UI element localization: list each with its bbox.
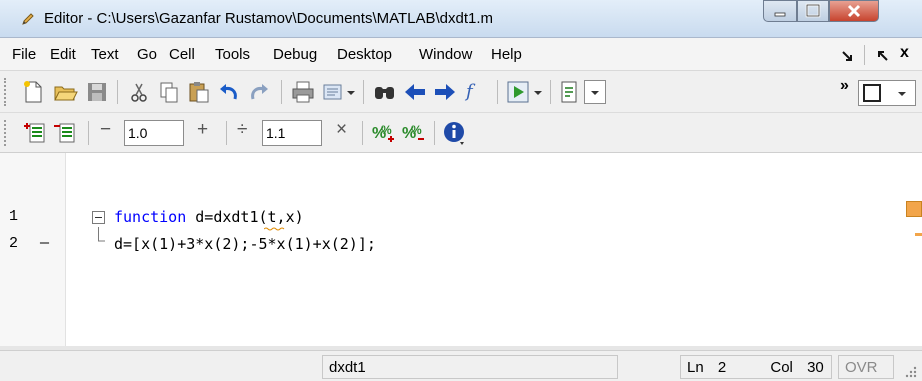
- find-icon[interactable]: [372, 79, 398, 105]
- print-icon[interactable]: [290, 79, 316, 105]
- code-editor[interactable]: 1 2 — function d=dxdt1(t,x) d=[x(1)+3*x(…: [0, 153, 922, 346]
- line-number: 1: [9, 208, 19, 225]
- cell-remove-icon[interactable]: [52, 120, 78, 146]
- uncomment-percent-icon[interactable]: %%: [400, 120, 426, 146]
- maximize-icon: [805, 3, 821, 18]
- run-dropdown-icon[interactable]: [533, 89, 543, 97]
- menu-debug[interactable]: Debug: [273, 46, 317, 63]
- layout-select[interactable]: [858, 80, 916, 106]
- back-arrow-icon[interactable]: [402, 79, 428, 105]
- resize-grip-icon[interactable]: [904, 365, 918, 379]
- main-toolbar: f »: [0, 71, 922, 113]
- info-icon[interactable]: [442, 120, 468, 146]
- decrement-button[interactable]: −: [100, 119, 111, 141]
- minimize-icon: [774, 12, 786, 17]
- col-label: Col: [770, 359, 793, 376]
- squiggle-underline: [264, 227, 285, 231]
- run-icon[interactable]: [505, 79, 531, 105]
- toolbar2-grip[interactable]: [4, 120, 9, 146]
- menu-text[interactable]: Text: [91, 46, 119, 63]
- menu-tools[interactable]: Tools: [215, 46, 250, 63]
- page-dropdown-icon: [591, 91, 599, 95]
- menu-window[interactable]: Window: [419, 46, 472, 63]
- decrement-value-input[interactable]: 1.0: [124, 120, 184, 146]
- fx-icon[interactable]: f: [466, 81, 473, 102]
- window-title: Editor - C:\Users\Gazanfar Rustamov\Docu…: [44, 10, 494, 27]
- layout-dropdown-icon: [898, 92, 906, 96]
- cell-toolbar: − 1.0 + ÷ 1.1 × %% %%: [0, 113, 922, 153]
- code-line-1: function d=dxdt1(t,x): [114, 208, 304, 226]
- forward-arrow-icon[interactable]: [432, 79, 458, 105]
- cut-icon[interactable]: [126, 79, 152, 105]
- menu-cell[interactable]: Cell: [169, 46, 195, 63]
- fold-end-icon: [98, 227, 105, 242]
- maximize-button[interactable]: [797, 0, 829, 22]
- paste-icon[interactable]: [186, 79, 212, 105]
- open-folder-icon[interactable]: [52, 79, 78, 105]
- code-text: d=dxdt1(t,x): [186, 208, 304, 226]
- save-icon[interactable]: [84, 79, 110, 105]
- copy-icon[interactable]: [156, 79, 182, 105]
- insert-dropdown-icon[interactable]: [346, 89, 356, 97]
- divide-button[interactable]: ÷: [237, 119, 247, 141]
- close-x-icon[interactable]: x: [900, 44, 909, 62]
- undo-icon[interactable]: [216, 79, 242, 105]
- overflow-chevron-icon[interactable]: »: [840, 77, 849, 95]
- dock-arrow-icon[interactable]: [840, 49, 854, 63]
- page-dropdown-button[interactable]: [584, 80, 606, 104]
- editor-app-icon: [22, 13, 34, 25]
- close-icon: [847, 4, 861, 18]
- code-text: d=[x(1)+3*x(2);-5*x(1)+x(2)];: [114, 235, 376, 253]
- menu-go[interactable]: Go: [137, 46, 157, 63]
- multiply-button[interactable]: ×: [336, 119, 347, 141]
- menu-desktop[interactable]: Desktop: [337, 46, 392, 63]
- page-icon[interactable]: [556, 79, 582, 105]
- code-keyword: function: [114, 208, 187, 226]
- status-function-name: dxdt1: [322, 355, 618, 379]
- ln-value: 2: [717, 359, 727, 376]
- ovr-indicator: OVR: [838, 355, 894, 379]
- close-button[interactable]: [829, 0, 879, 22]
- status-bar: dxdt1 Ln 2 Col 30 OVR: [0, 350, 922, 381]
- fold-minus-icon[interactable]: [92, 211, 106, 225]
- analyzer-marker[interactable]: [915, 233, 922, 236]
- status-position: Ln 2 Col 30: [680, 355, 832, 379]
- title-bar: Editor - C:\Users\Gazanfar Rustamov\Docu…: [0, 0, 922, 38]
- menu-file[interactable]: File: [12, 46, 36, 63]
- line-number-gutter: 1 2 —: [0, 153, 66, 346]
- insert-cell-icon[interactable]: [320, 79, 346, 105]
- analyzer-indicator[interactable]: [906, 201, 922, 217]
- svg-text:%: %: [381, 123, 392, 137]
- redo-icon[interactable]: [246, 79, 272, 105]
- toolbar-grip[interactable]: [4, 78, 9, 106]
- line-number: 2: [9, 235, 19, 252]
- menu-edit[interactable]: Edit: [50, 46, 76, 63]
- code-line-2: d=[x(1)+3*x(2);-5*x(1)+x(2)];: [114, 235, 376, 253]
- cell-insert-icon[interactable]: [22, 120, 48, 146]
- undock-arrow-icon[interactable]: [876, 49, 890, 63]
- layout-box-icon: [863, 84, 881, 102]
- menu-help[interactable]: Help: [491, 46, 522, 63]
- new-file-icon[interactable]: [20, 79, 46, 105]
- menu-bar: File Edit Text Go Cell Tools Debug Deskt…: [0, 38, 922, 71]
- increment-button[interactable]: +: [197, 119, 208, 141]
- line-marker: —: [40, 235, 50, 252]
- minimize-button[interactable]: [763, 0, 797, 22]
- ln-label: Ln: [687, 359, 704, 376]
- col-value: 30: [807, 359, 824, 376]
- svg-text:%: %: [411, 123, 422, 137]
- comment-percent-icon[interactable]: %%: [370, 120, 396, 146]
- divide-value-input[interactable]: 1.1: [262, 120, 322, 146]
